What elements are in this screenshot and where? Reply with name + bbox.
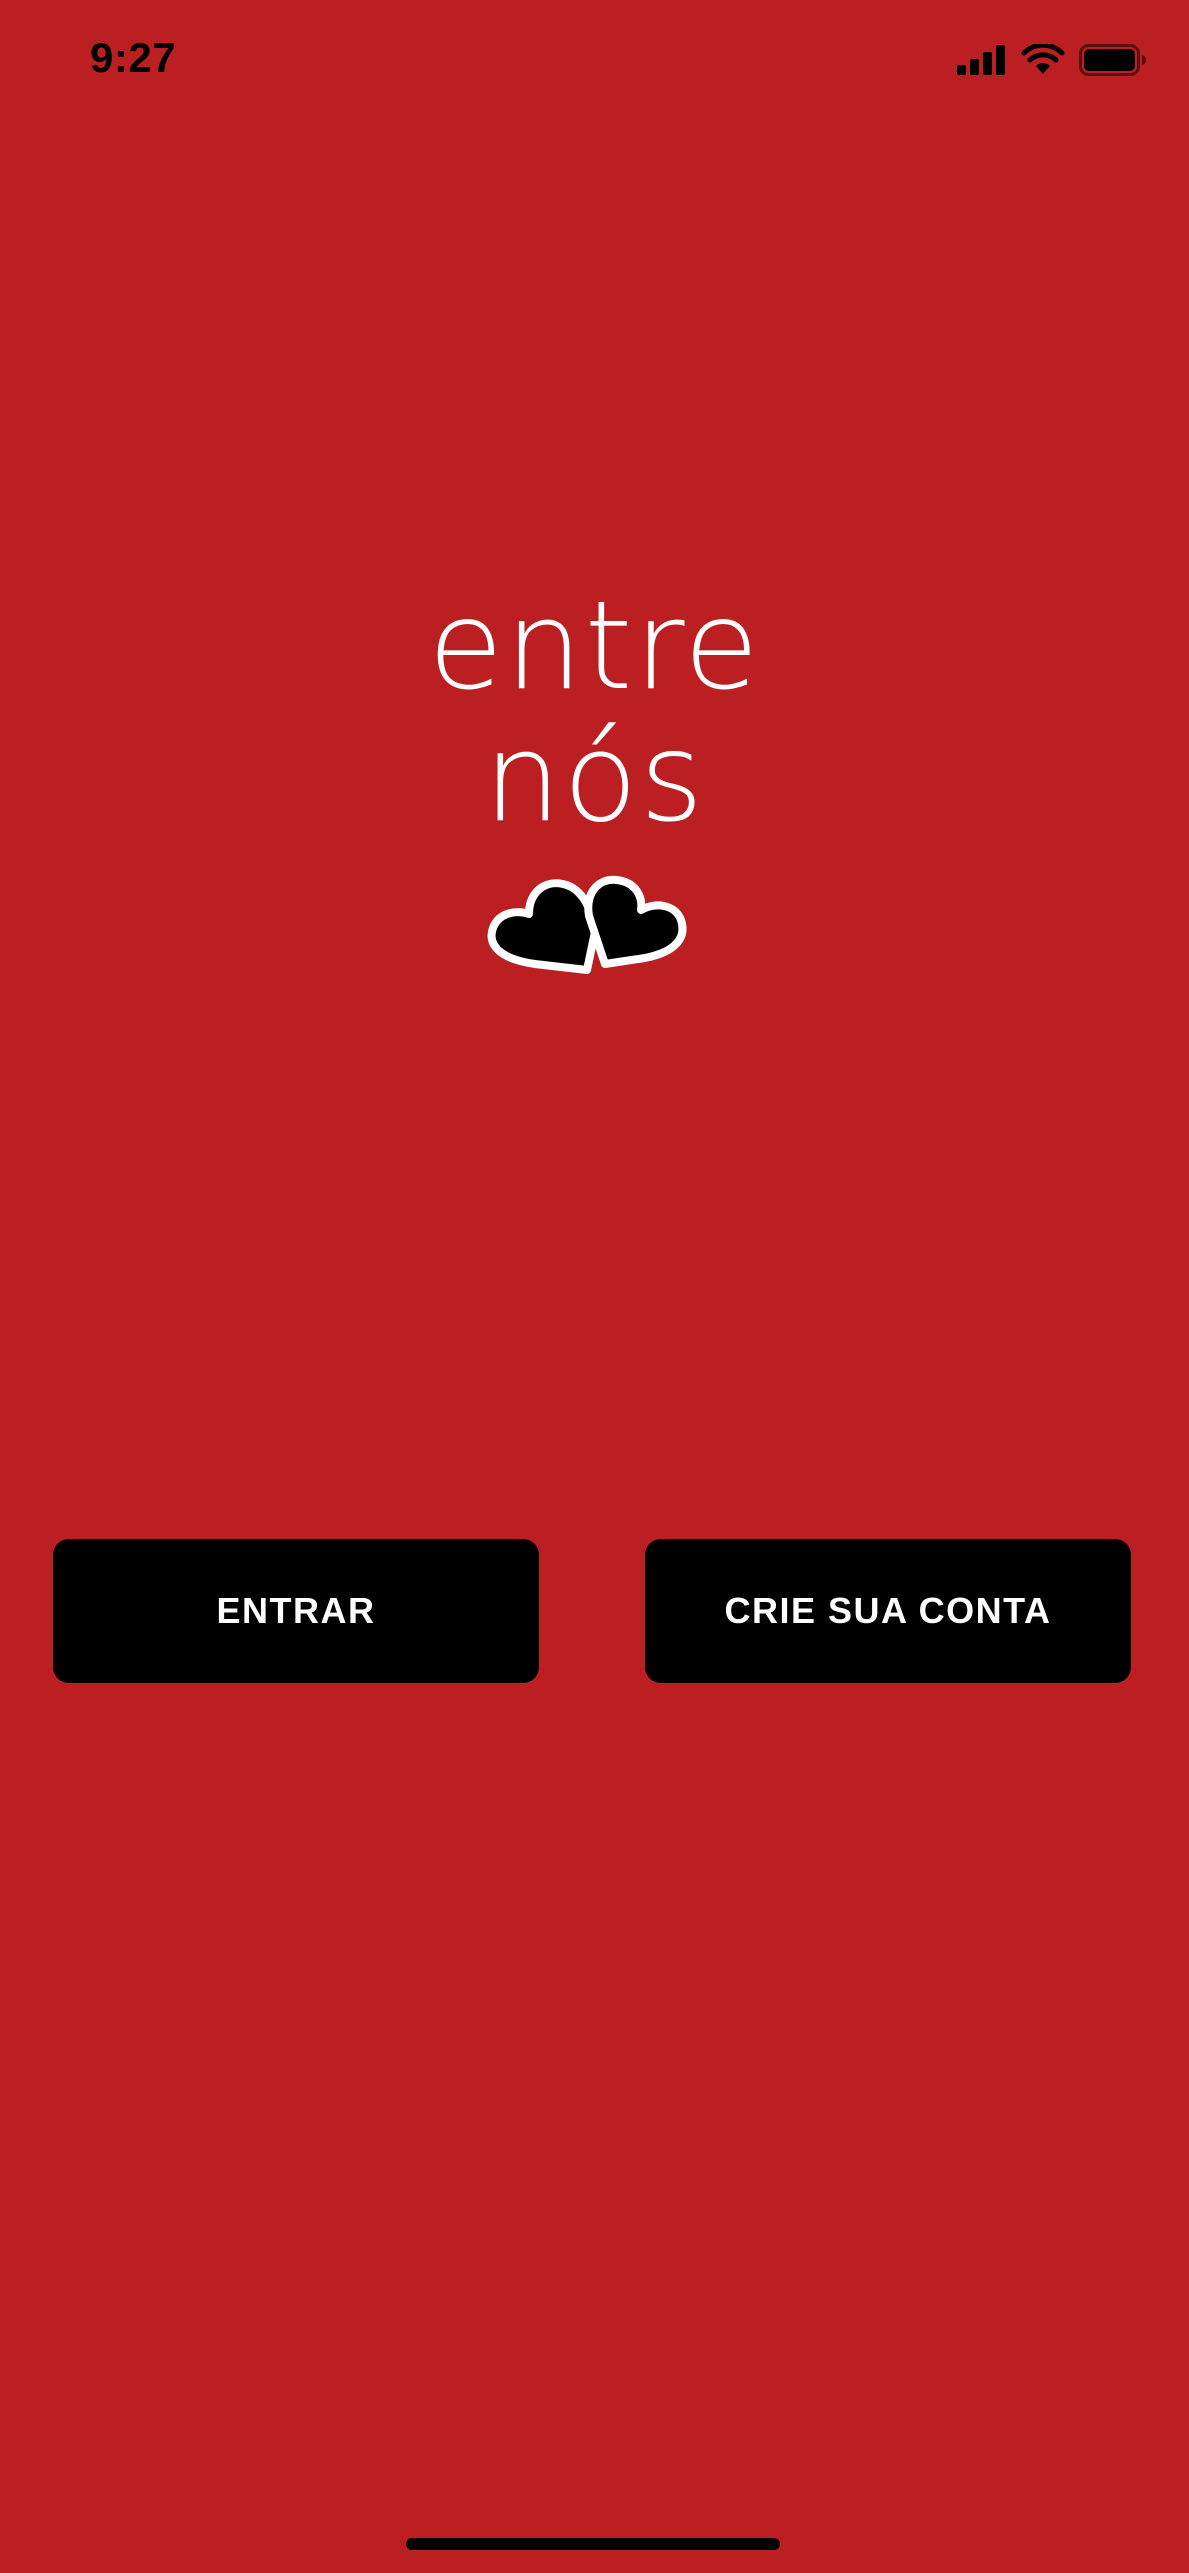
logo-text-line1: entre bbox=[428, 575, 761, 717]
status-icons bbox=[957, 44, 1147, 76]
status-time: 9:27 bbox=[90, 34, 177, 81]
status-bar: 9:27 bbox=[0, 0, 1189, 130]
logo-text-line2: nós bbox=[483, 707, 706, 849]
wifi-icon bbox=[1021, 44, 1065, 76]
home-indicator[interactable] bbox=[406, 2538, 780, 2550]
login-button[interactable]: ENTRAR bbox=[53, 1539, 539, 1683]
app-logo: entre nós bbox=[0, 580, 1189, 982]
two-hearts-icon bbox=[487, 875, 686, 974]
create-account-button[interactable]: CRIE SUA CONTA bbox=[645, 1539, 1131, 1683]
cellular-signal-icon bbox=[957, 45, 1007, 75]
battery-icon bbox=[1079, 44, 1147, 76]
